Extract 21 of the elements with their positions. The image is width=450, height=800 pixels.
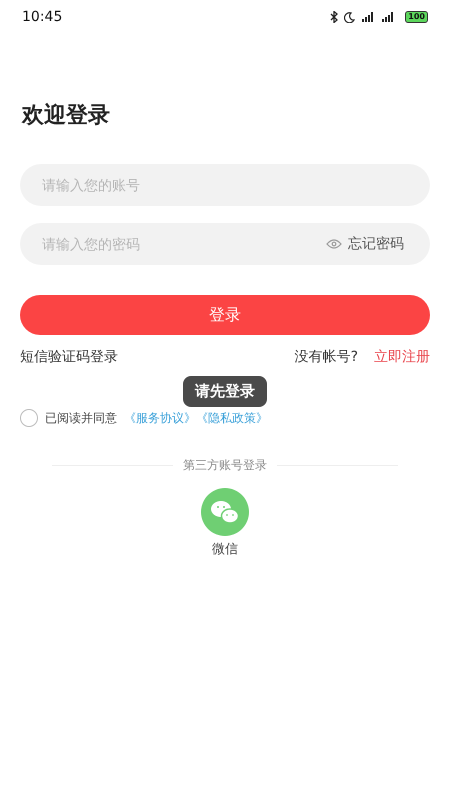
third-party-heading: 第三方账号登录 (183, 457, 267, 474)
agreement-checkbox[interactable] (20, 409, 38, 427)
status-time: 10:45 (22, 9, 62, 25)
password-field[interactable]: 请输入您的密码 忘记密码 (20, 223, 430, 265)
forgot-password-button[interactable]: 忘记密码 (326, 235, 404, 253)
moon-icon (344, 12, 356, 22)
agreement-text: 已阅读并同意 (45, 410, 117, 426)
account-input[interactable]: 请输入您的账号 (40, 176, 404, 194)
password-input[interactable]: 请输入您的密码 (40, 235, 326, 253)
page-title: 欢迎登录 (22, 102, 110, 130)
social-login-button[interactable]: 微信 (201, 488, 249, 558)
eye-icon (326, 239, 342, 249)
chat-bubbles-icon (201, 488, 249, 536)
register-link[interactable]: 立即注册 (374, 348, 430, 366)
no-account-text: 没有帐号? (294, 348, 358, 366)
login-button[interactable]: 登录 (20, 295, 430, 335)
account-field[interactable]: 请输入您的账号 (20, 164, 430, 206)
bluetooth-icon (330, 11, 340, 23)
toast-message: 请先登录 (183, 376, 267, 407)
battery-level: 100 (405, 11, 428, 23)
sms-login-link[interactable]: 短信验证码登录 (20, 348, 118, 366)
